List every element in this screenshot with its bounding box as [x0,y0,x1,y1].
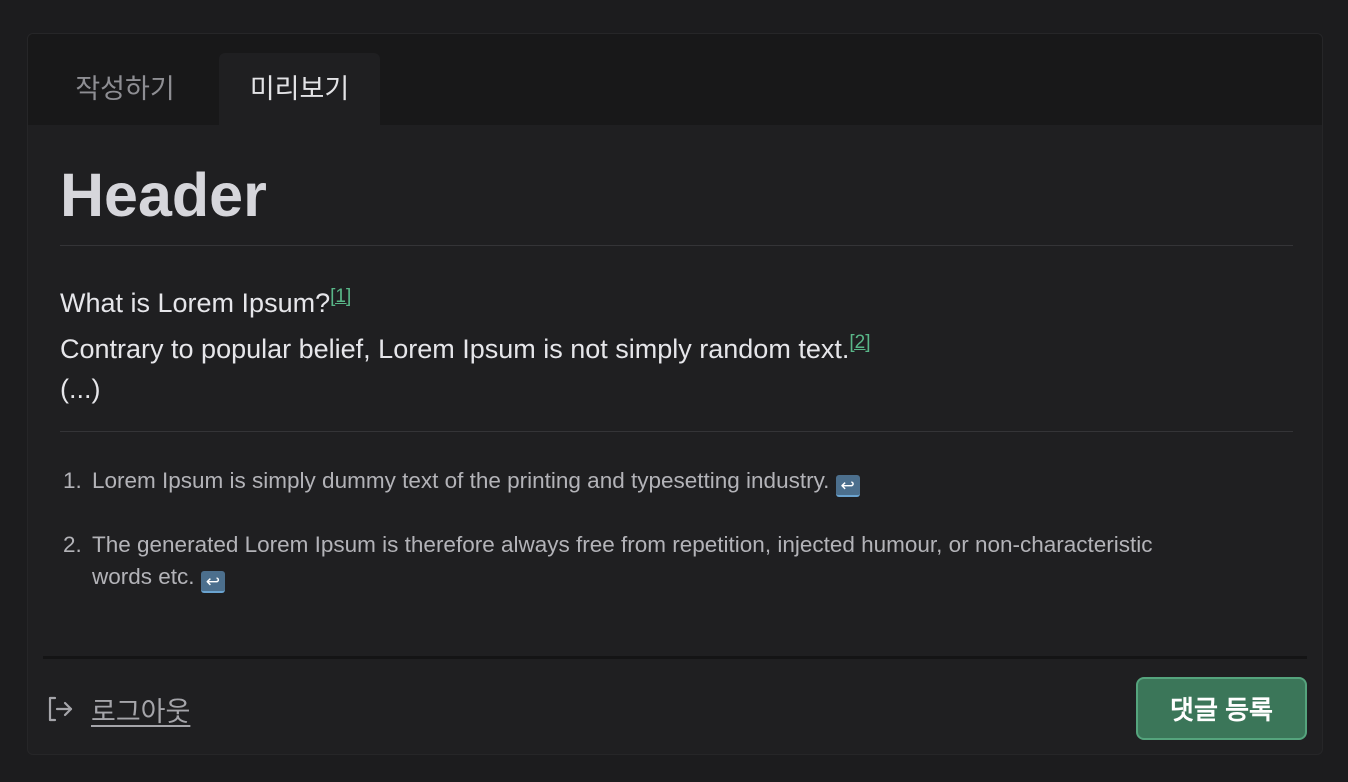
logout-icon [48,696,73,722]
tab-preview[interactable]: 미리보기 [219,53,380,125]
return-arrow-icon[interactable]: ↩ [200,571,225,593]
paragraph-line-2: Contrary to popular belief, Lorem Ipsum … [60,332,871,364]
footnote-ref-1[interactable]: [1] [330,286,351,307]
paragraph-line-1: What is Lorem Ipsum?[1] [60,286,352,318]
logout-link[interactable]: 로그아웃 [46,689,190,729]
paragraph-line-3: (...) [60,374,101,404]
footer-divider [43,656,1307,659]
tab-write[interactable]: 작성하기 [52,53,198,125]
logout-label: 로그아웃 [91,696,191,727]
footnote-number: 2. [63,532,82,557]
footnote-text: The generated Lorem Ipsum is therefore a… [92,532,1153,589]
editor-tab-bar: 작성하기 미리보기 [28,34,1322,125]
footnote-number: 1. [63,468,82,493]
submit-comment-button[interactable]: 댓글 등록 [1136,677,1307,740]
footnotes-list: 1. Lorem Ipsum is simply dummy text of t… [60,465,1293,625]
footnote-ref-2[interactable]: [2] [849,332,870,353]
return-arrow-icon[interactable]: ↩ [835,475,860,497]
footnote-item-2: 2. The generated Lorem Ipsum is therefor… [60,529,1172,593]
preview-heading: Header [60,161,267,229]
footnote-item-1: 1. Lorem Ipsum is simply dummy text of t… [60,465,1172,497]
footnotes-divider [60,431,1293,432]
comment-editor-card: 작성하기 미리보기 Header What is Lorem Ipsum?[1]… [27,33,1323,755]
footnote-text: Lorem Ipsum is simply dummy text of the … [92,468,830,493]
preview-paragraph: What is Lorem Ipsum?[1] Contrary to popu… [60,277,870,409]
heading-divider [60,245,1293,246]
